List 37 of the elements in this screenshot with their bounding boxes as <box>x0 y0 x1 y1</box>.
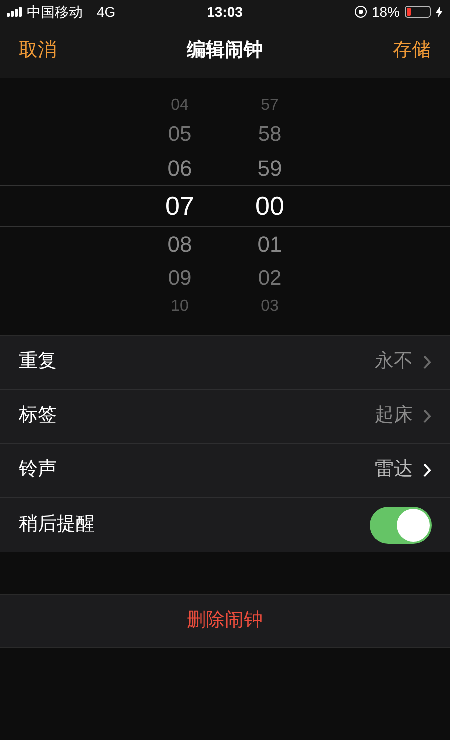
battery-percent: 18% <box>372 2 400 22</box>
status-time: 13:03 <box>207 2 243 22</box>
cancel-button[interactable]: 取消 <box>19 36 57 66</box>
setting-value: 起床 <box>375 404 413 428</box>
setting-value: 雷达 <box>375 458 413 482</box>
setting-label: 重复 <box>19 350 57 374</box>
picker-value[interactable]: 05 <box>168 118 192 150</box>
setting-label: 稍后提醒 <box>19 512 95 537</box>
picker-value[interactable]: 59 <box>258 152 282 185</box>
picker-value[interactable]: 06 <box>168 152 192 185</box>
picker-value[interactable]: 58 <box>258 118 282 150</box>
picker-value[interactable]: 08 <box>168 228 192 261</box>
signal-icon <box>7 7 22 17</box>
rotation-lock-icon <box>354 6 367 18</box>
chevron-icon <box>423 355 432 370</box>
delete-alarm-button[interactable]: 删除闹钟 <box>0 594 450 648</box>
carrier-name: 中国移动 <box>27 2 83 22</box>
network-type: 4G <box>97 2 116 22</box>
picker-value[interactable]: 00 <box>256 187 284 226</box>
setting-label: 标签 <box>19 404 57 428</box>
chevron-icon <box>423 409 432 424</box>
toggle-switch[interactable] <box>370 506 432 544</box>
settings-row[interactable]: 标签 起床 <box>0 390 450 444</box>
picker-value[interactable]: 09 <box>168 262 192 294</box>
setting-value: 永不 <box>375 350 413 374</box>
settings-row[interactable]: 稍后提醒 <box>0 498 450 552</box>
save-button[interactable]: 存储 <box>393 36 431 66</box>
picker-value[interactable]: 02 <box>258 262 282 294</box>
chevron-icon <box>423 463 432 478</box>
screen-title: 编辑闹钟 <box>187 38 263 63</box>
picker-value[interactable]: 01 <box>258 228 282 261</box>
settings-row[interactable]: 铃声 雷达 <box>0 444 450 498</box>
charging-icon <box>436 6 443 18</box>
setting-label: 铃声 <box>19 458 57 482</box>
battery-icon <box>405 6 431 18</box>
picker-value[interactable]: 07 <box>166 187 194 226</box>
settings-row[interactable]: 重复 永不 <box>0 336 450 390</box>
